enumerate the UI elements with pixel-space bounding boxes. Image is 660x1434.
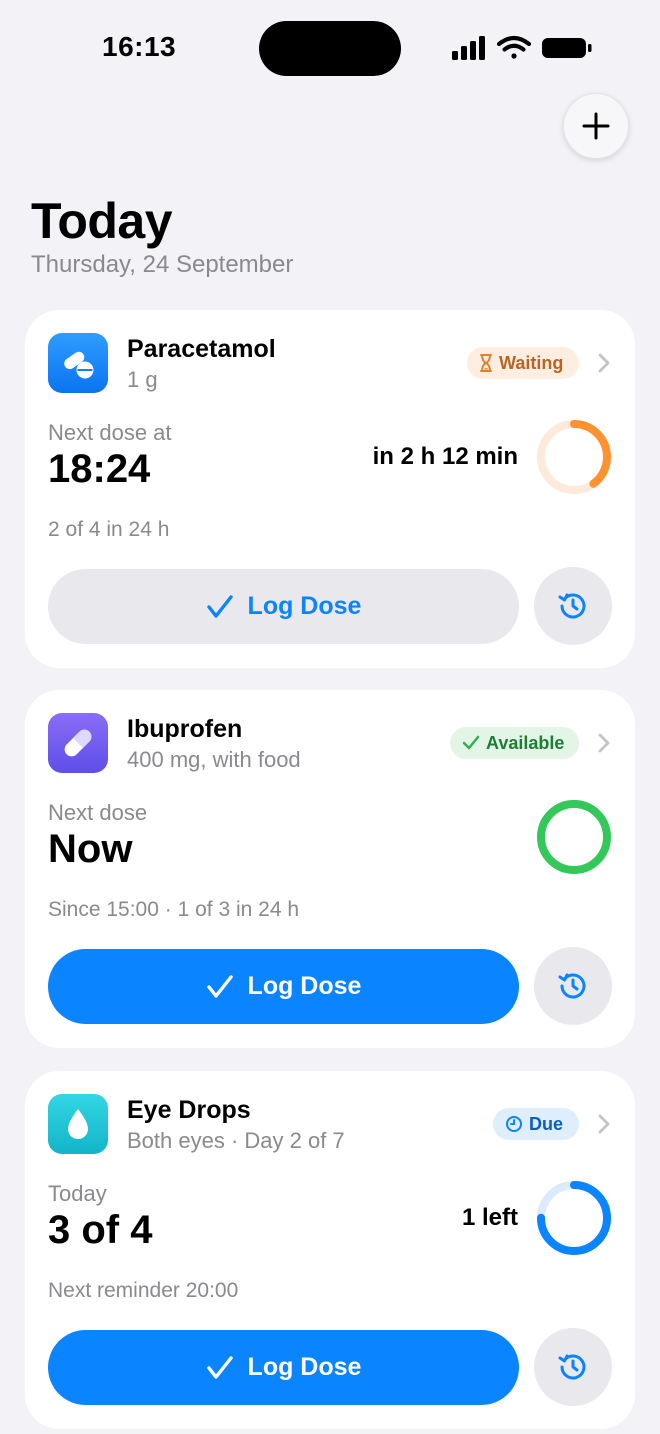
next-reminder: Next reminder 20:00 xyxy=(48,1279,239,1302)
cellular-signal-icon xyxy=(452,36,485,60)
add-medication-button[interactable] xyxy=(563,93,629,159)
doses-taken-count: 3 of 4 xyxy=(48,1208,153,1252)
log-dose-button[interactable]: Log Dose xyxy=(48,949,519,1024)
history-clock-icon xyxy=(558,1354,586,1380)
history-button[interactable] xyxy=(534,1328,612,1406)
status-badge: Available xyxy=(450,727,579,759)
medication-name: Paracetamol xyxy=(127,335,276,363)
medication-name: Ibuprofen xyxy=(127,715,243,743)
log-dose-label: Log Dose xyxy=(247,592,362,620)
dose-count: 2 of 4 in 24 h xyxy=(48,518,170,541)
medication-dose: 400 mg, with food xyxy=(127,747,301,772)
checkmark-icon xyxy=(206,974,233,998)
drop-icon xyxy=(48,1094,108,1154)
status-bar: 16:13 xyxy=(0,0,660,96)
next-dose-time: Now xyxy=(48,827,133,871)
medication-card-eye-drops[interactable]: Eye Drops Both eyes · Day 2 of 7 Due Tod… xyxy=(25,1071,635,1429)
history-clock-icon xyxy=(558,593,586,619)
history-button[interactable] xyxy=(534,567,612,645)
status-badge-label: Waiting xyxy=(499,352,564,373)
medication-dose: 1 g xyxy=(127,367,158,392)
log-dose-label: Log Dose xyxy=(247,1353,362,1381)
checkmark-icon xyxy=(206,594,233,618)
chevron-right-icon[interactable] xyxy=(597,353,611,373)
status-time: 16:13 xyxy=(102,31,177,62)
countdown-text: in 2 h 12 min xyxy=(372,443,518,470)
capsule-icon xyxy=(48,713,108,773)
dynamic-island xyxy=(259,21,401,76)
status-badge-label: Available xyxy=(486,732,565,753)
next-dose-label: Next dose xyxy=(48,800,148,825)
medication-card-ibuprofen[interactable]: Ibuprofen 400 mg, with food Available Ne… xyxy=(25,690,635,1048)
history-button[interactable] xyxy=(534,947,612,1025)
doses-left-text: 1 left xyxy=(461,1204,518,1231)
plus-icon xyxy=(582,112,610,140)
log-dose-button[interactable]: Log Dose xyxy=(48,569,519,644)
medication-dose: Both eyes · Day 2 of 7 xyxy=(127,1128,345,1153)
status-badge: Waiting xyxy=(467,347,579,379)
progress-ring xyxy=(537,420,611,494)
log-dose-label: Log Dose xyxy=(247,972,362,1000)
clock-icon xyxy=(506,1116,522,1132)
today-label: Today xyxy=(48,1181,107,1206)
page-title: Today xyxy=(31,193,173,249)
status-badge: Due xyxy=(493,1108,579,1140)
medication-name: Eye Drops xyxy=(127,1096,251,1124)
medication-card-paracetamol[interactable]: Paracetamol 1 g Waiting Next dose at 18:… xyxy=(25,310,635,668)
status-badge-label: Due xyxy=(529,1113,564,1134)
wifi-icon xyxy=(496,35,532,59)
chevron-right-icon[interactable] xyxy=(597,1114,611,1134)
hourglass-icon xyxy=(480,354,492,372)
battery-icon xyxy=(542,38,592,58)
checkmark-icon xyxy=(206,1355,233,1379)
progress-ring xyxy=(537,800,611,874)
log-dose-button[interactable]: Log Dose xyxy=(48,1330,519,1405)
progress-ring xyxy=(537,1181,611,1255)
pills-icon xyxy=(48,333,108,393)
status-icons xyxy=(452,35,592,60)
checkmark-icon xyxy=(462,735,480,750)
history-clock-icon xyxy=(558,973,586,999)
chevron-right-icon[interactable] xyxy=(597,733,611,753)
dose-count: Since 15:00 · 1 of 3 in 24 h xyxy=(48,898,300,921)
next-dose-time: 18:24 xyxy=(48,447,151,491)
page-date: Thursday, 24 September xyxy=(31,251,294,278)
next-dose-label: Next dose at xyxy=(48,420,172,445)
